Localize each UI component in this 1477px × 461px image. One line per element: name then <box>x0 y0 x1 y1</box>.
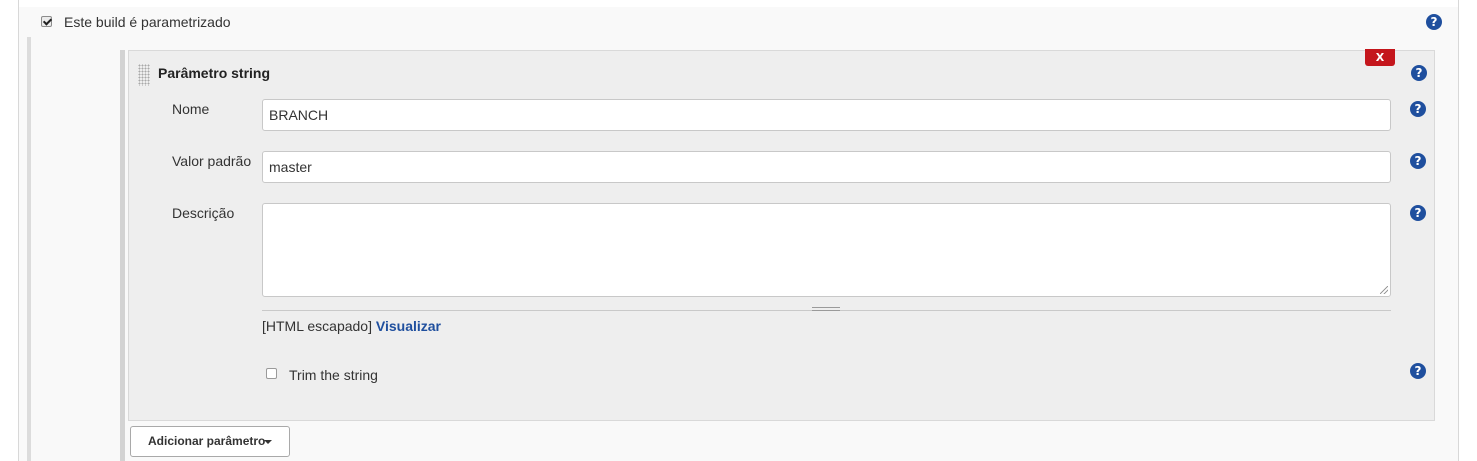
help-icon[interactable]: ? <box>1411 65 1427 81</box>
help-icon[interactable]: ? <box>1426 14 1442 30</box>
html-escaped-text: [HTML escapado] <box>262 318 372 334</box>
parameter-title: Parâmetro string <box>158 65 271 81</box>
default-value-label: Valor padrão <box>172 153 252 169</box>
section-left-border <box>18 0 19 461</box>
add-parameter-button[interactable]: Adicionar parâmetro <box>130 426 290 457</box>
trim-string-checkbox[interactable] <box>266 368 277 379</box>
default-value-input[interactable]: master <box>262 151 1391 183</box>
section-indent-bar <box>27 37 31 461</box>
description-label: Descrição <box>172 205 235 221</box>
parameterized-checkbox-label[interactable]: Este build é parametrizado <box>64 14 231 30</box>
resize-handle-icon[interactable] <box>1380 286 1388 294</box>
help-icon[interactable]: ? <box>1410 153 1426 169</box>
help-icon[interactable]: ? <box>1410 205 1426 221</box>
preview-link[interactable]: Visualizar <box>376 318 441 334</box>
help-icon[interactable]: ? <box>1410 363 1426 379</box>
trim-string-label[interactable]: Trim the string <box>289 367 378 383</box>
help-icon[interactable]: ? <box>1410 101 1426 117</box>
description-textarea[interactable] <box>262 203 1391 297</box>
description-format-row: [HTML escapado] Visualizar <box>262 318 441 334</box>
section-right-border <box>1458 0 1459 461</box>
name-label: Nome <box>172 101 210 117</box>
section-top-spacer <box>19 0 1458 7</box>
textarea-expand-grip[interactable] <box>812 307 840 311</box>
parameterized-checkbox[interactable] <box>41 16 52 27</box>
parameter-indent-bar <box>120 50 125 461</box>
drag-handle-icon[interactable] <box>138 64 150 86</box>
name-input[interactable]: BRANCH <box>262 99 1391 131</box>
delete-parameter-button[interactable]: X <box>1365 49 1395 66</box>
add-parameter-label: Adicionar parâmetro <box>148 434 266 448</box>
caret-down-icon <box>264 440 272 444</box>
